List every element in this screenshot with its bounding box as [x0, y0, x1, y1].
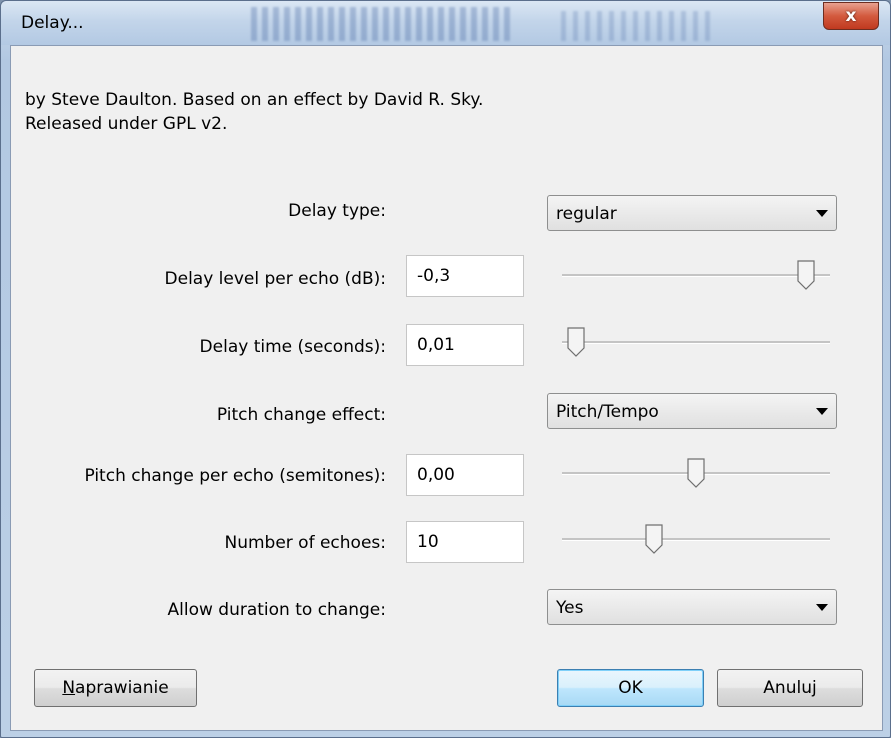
delay-time-slider[interactable]	[562, 326, 830, 358]
delay-type-value: regular	[556, 204, 617, 224]
pitch-effect-label: Pitch change effect:	[216, 405, 386, 425]
allow-duration-select[interactable]: Yes	[547, 589, 837, 625]
pitch-change-label: Pitch change per echo (semitones):	[84, 466, 386, 486]
window-title: Delay...	[21, 13, 84, 33]
delay-time-input[interactable]: 0,01	[406, 324, 524, 366]
chevron-down-icon	[816, 408, 828, 415]
close-icon: x	[845, 6, 857, 26]
slider-thumb[interactable]	[687, 458, 705, 488]
pitch-change-input[interactable]: 0,00	[406, 454, 524, 496]
slider-thumb[interactable]	[645, 524, 663, 554]
slider-track	[562, 274, 830, 277]
title-bar-decoration	[251, 7, 511, 41]
dialog-window: Delay... x by Steve Daulton. Based on an…	[0, 0, 891, 738]
echoes-slider[interactable]	[562, 523, 830, 555]
pitch-change-slider[interactable]	[562, 457, 830, 489]
pitch-effect-value: Pitch/Tempo	[556, 402, 659, 422]
pitch-change-value: 0,00	[417, 465, 455, 485]
slider-thumb[interactable]	[797, 260, 815, 290]
slider-thumb[interactable]	[567, 327, 585, 357]
title-bar-decoration	[561, 11, 711, 41]
dialog-client-area: by Steve Daulton. Based on an effect by …	[10, 45, 883, 731]
slider-track	[562, 538, 830, 541]
allow-duration-label: Allow duration to change:	[167, 600, 387, 620]
delay-level-input[interactable]: -0,3	[406, 255, 524, 297]
echoes-label: Number of echoes:	[224, 533, 386, 553]
button-label: OK	[618, 678, 643, 698]
cancel-button[interactable]: Anuluj	[717, 669, 863, 707]
debug-button[interactable]: Naprawianie	[34, 669, 197, 707]
button-label: aprawianie	[75, 678, 169, 698]
echoes-input[interactable]: 10	[406, 521, 524, 563]
delay-time-label: Delay time (seconds):	[199, 337, 386, 357]
delay-level-slider[interactable]	[562, 259, 830, 291]
ok-button[interactable]: OK	[557, 669, 704, 707]
chevron-down-icon	[816, 604, 828, 611]
title-bar[interactable]: Delay... x	[1, 1, 890, 45]
chevron-down-icon	[816, 210, 828, 217]
slider-track	[562, 341, 830, 344]
delay-level-label: Delay level per echo (dB):	[164, 269, 386, 289]
delay-time-value: 0,01	[417, 335, 455, 355]
close-button[interactable]: x	[823, 2, 879, 30]
button-label: Anuluj	[763, 678, 817, 698]
description-line: by Steve Daulton. Based on an effect by …	[25, 90, 484, 110]
effect-description: by Steve Daulton. Based on an effect by …	[25, 88, 865, 136]
echoes-value: 10	[417, 532, 439, 552]
pitch-effect-select[interactable]: Pitch/Tempo	[547, 393, 837, 429]
delay-type-label: Delay type:	[288, 201, 386, 221]
description-line: Released under GPL v2.	[25, 114, 228, 134]
delay-type-select[interactable]: regular	[547, 195, 837, 231]
allow-duration-value: Yes	[556, 598, 584, 618]
button-mnemonic: N	[62, 678, 76, 698]
delay-level-value: -0,3	[417, 266, 451, 286]
